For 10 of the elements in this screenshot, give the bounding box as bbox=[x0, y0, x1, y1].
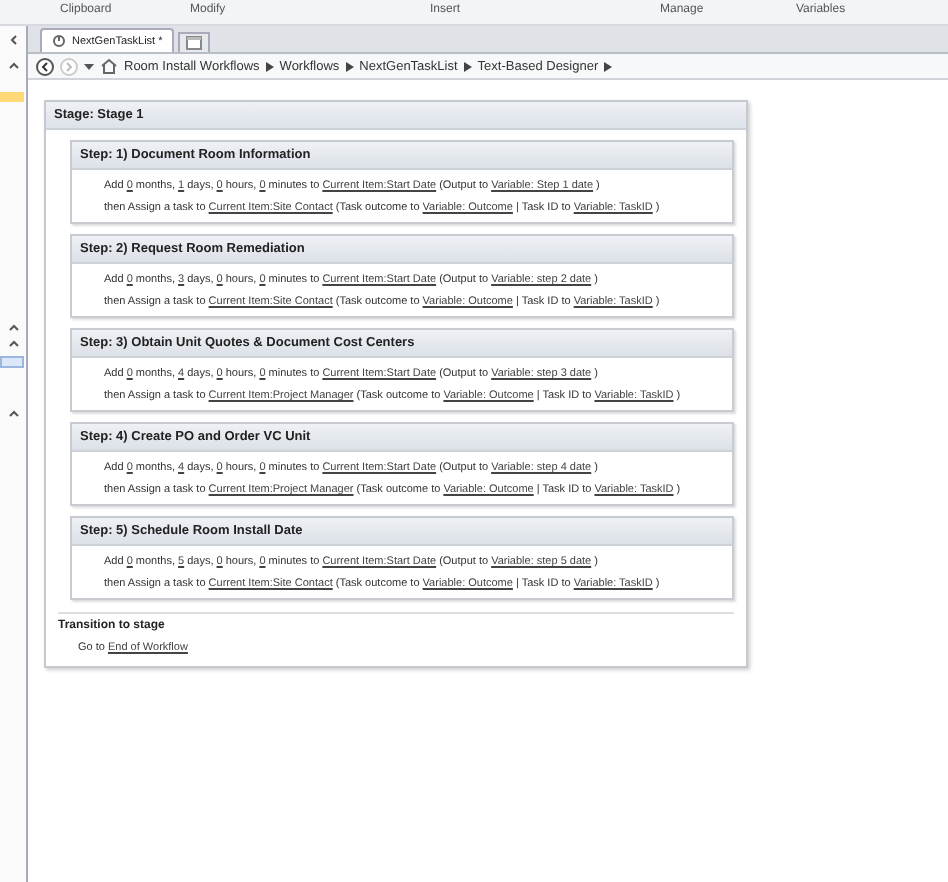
chevron-up-icon[interactable] bbox=[7, 60, 19, 72]
chevron-right-icon[interactable] bbox=[265, 61, 274, 71]
chevron-up-icon[interactable] bbox=[7, 408, 19, 420]
home-icon bbox=[100, 58, 118, 74]
dropdown-caret-icon[interactable] bbox=[84, 62, 94, 70]
new-tab-button[interactable] bbox=[178, 32, 211, 52]
chevron-right-icon[interactable] bbox=[463, 61, 472, 71]
back-button-icon[interactable] bbox=[36, 57, 54, 75]
chevron-right-icon[interactable] bbox=[345, 61, 354, 71]
chevron-right-icon[interactable] bbox=[604, 61, 613, 71]
